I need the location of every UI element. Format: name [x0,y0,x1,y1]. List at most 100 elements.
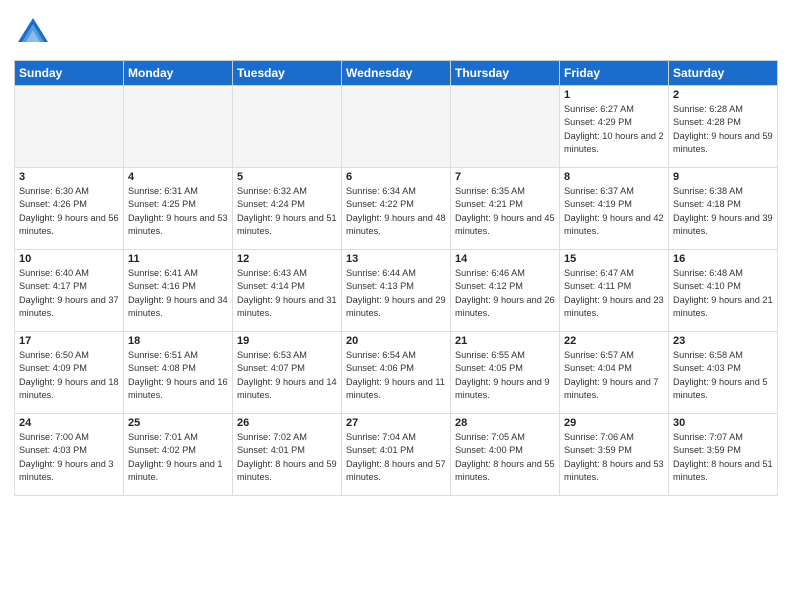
day-info: Sunrise: 6:51 AM Sunset: 4:08 PM Dayligh… [128,349,228,402]
day-cell: 15 Sunrise: 6:47 AM Sunset: 4:11 PM Dayli… [560,250,669,332]
day-number: 10 [19,253,119,265]
day-cell: 22 Sunrise: 6:57 AM Sunset: 4:04 PM Dayli… [560,332,669,414]
day-info: Sunrise: 6:28 AM Sunset: 4:28 PM Dayligh… [673,103,773,156]
day-number: 16 [673,253,773,265]
day-cell [15,86,124,168]
day-cell: 7Sunrise: 6:35 AM Sunset: 4:21 PM Daylig… [451,168,560,250]
day-number: 26 [237,417,337,429]
week-row-3: 10 Sunrise: 6:40 AM Sunset: 4:17 PM Dayli… [15,250,778,332]
day-info: Sunrise: 6:55 AM Sunset: 4:05 PM Dayligh… [455,349,555,402]
day-number: 19 [237,335,337,347]
day-cell: 6 Sunrise: 6:34 AM Sunset: 4:22 PM Daylig… [342,168,451,250]
day-cell: 17 Sunrise: 6:50 AM Sunset: 4:09 PM Dayli… [15,332,124,414]
day-cell: 1 Sunrise: 6:27 AM Sunset: 4:29 PM Daylig… [560,86,669,168]
day-number: 20 [346,335,446,347]
day-number: 28 [455,417,555,429]
day-info: Sunrise: 6:44 AM Sunset: 4:13 PM Dayligh… [346,267,446,320]
day-info: Sunrise: 6:34 AM Sunset: 4:22 PM Dayligh… [346,185,446,238]
day-cell: 5Sunrise: 6:32 AM Sunset: 4:24 PM Daylig… [233,168,342,250]
day-info: Sunrise: 6:48 AM Sunset: 4:10 PM Dayligh… [673,267,773,320]
day-cell: 2 Sunrise: 6:28 AM Sunset: 4:28 PM Daylig… [669,86,778,168]
day-info: Sunrise: 6:41 AM Sunset: 4:16 PM Dayligh… [128,267,228,320]
day-cell: 12Sunrise: 6:43 AM Sunset: 4:14 PM Dayli… [233,250,342,332]
day-cell: 20 Sunrise: 6:54 AM Sunset: 4:06 PM Dayli… [342,332,451,414]
col-header-monday: Monday [124,61,233,86]
day-cell: 18 Sunrise: 6:51 AM Sunset: 4:08 PM Dayli… [124,332,233,414]
day-cell: 10 Sunrise: 6:40 AM Sunset: 4:17 PM Dayli… [15,250,124,332]
day-info: Sunrise: 7:07 AM Sunset: 3:59 PM Dayligh… [673,431,773,484]
day-cell: 9 Sunrise: 6:38 AM Sunset: 4:18 PM Daylig… [669,168,778,250]
col-header-friday: Friday [560,61,669,86]
day-number: 24 [19,417,119,429]
day-info: Sunrise: 6:43 AM Sunset: 4:14 PM Dayligh… [237,267,337,320]
day-cell: 30Sunrise: 7:07 AM Sunset: 3:59 PM Dayli… [669,414,778,496]
day-info: Sunrise: 6:30 AM Sunset: 4:26 PM Dayligh… [19,185,119,238]
day-info: Sunrise: 6:50 AM Sunset: 4:09 PM Dayligh… [19,349,119,402]
day-info: Sunrise: 7:06 AM Sunset: 3:59 PM Dayligh… [564,431,664,484]
day-number: 22 [564,335,664,347]
day-cell: 21 Sunrise: 6:55 AM Sunset: 4:05 PM Dayli… [451,332,560,414]
day-number: 8 [564,171,664,183]
header-row: SundayMondayTuesdayWednesdayThursdayFrid… [15,61,778,86]
day-number: 23 [673,335,773,347]
header [14,10,778,52]
day-number: 2 [673,89,773,101]
day-number: 3 [19,171,119,183]
day-number: 25 [128,417,228,429]
page-container: SundayMondayTuesdayWednesdayThursdayFrid… [0,0,792,506]
week-row-4: 17 Sunrise: 6:50 AM Sunset: 4:09 PM Dayli… [15,332,778,414]
day-info: Sunrise: 6:27 AM Sunset: 4:29 PM Dayligh… [564,103,664,156]
day-number: 18 [128,335,228,347]
logo-icon [14,14,52,52]
day-info: Sunrise: 6:57 AM Sunset: 4:04 PM Dayligh… [564,349,664,402]
week-row-5: 24Sunrise: 7:00 AM Sunset: 4:03 PM Dayli… [15,414,778,496]
day-cell: 19 Sunrise: 6:53 AM Sunset: 4:07 PM Dayli… [233,332,342,414]
day-cell: 16 Sunrise: 6:48 AM Sunset: 4:10 PM Dayli… [669,250,778,332]
day-cell [451,86,560,168]
day-number: 9 [673,171,773,183]
day-number: 1 [564,89,664,101]
week-row-1: 1 Sunrise: 6:27 AM Sunset: 4:29 PM Daylig… [15,86,778,168]
day-info: Sunrise: 6:46 AM Sunset: 4:12 PM Dayligh… [455,267,555,320]
col-header-saturday: Saturday [669,61,778,86]
day-info: Sunrise: 6:37 AM Sunset: 4:19 PM Dayligh… [564,185,664,238]
day-number: 4 [128,171,228,183]
day-cell: 26 Sunrise: 7:02 AM Sunset: 4:01 PM Dayli… [233,414,342,496]
day-cell [233,86,342,168]
day-cell: 27Sunrise: 7:04 AM Sunset: 4:01 PM Dayli… [342,414,451,496]
day-info: Sunrise: 6:40 AM Sunset: 4:17 PM Dayligh… [19,267,119,320]
day-info: Sunrise: 7:02 AM Sunset: 4:01 PM Dayligh… [237,431,337,484]
day-cell: 29 Sunrise: 7:06 AM Sunset: 3:59 PM Dayli… [560,414,669,496]
day-info: Sunrise: 6:38 AM Sunset: 4:18 PM Dayligh… [673,185,773,238]
day-number: 7 [455,171,555,183]
day-info: Sunrise: 7:01 AM Sunset: 4:02 PM Dayligh… [128,431,228,484]
day-number: 14 [455,253,555,265]
day-number: 29 [564,417,664,429]
col-header-wednesday: Wednesday [342,61,451,86]
day-info: Sunrise: 6:53 AM Sunset: 4:07 PM Dayligh… [237,349,337,402]
day-info: Sunrise: 6:31 AM Sunset: 4:25 PM Dayligh… [128,185,228,238]
day-info: Sunrise: 6:58 AM Sunset: 4:03 PM Dayligh… [673,349,773,402]
day-cell: 11 Sunrise: 6:41 AM Sunset: 4:16 PM Dayli… [124,250,233,332]
day-number: 27 [346,417,446,429]
day-cell: 3 Sunrise: 6:30 AM Sunset: 4:26 PM Daylig… [15,168,124,250]
day-info: Sunrise: 6:47 AM Sunset: 4:11 PM Dayligh… [564,267,664,320]
day-cell: 25 Sunrise: 7:01 AM Sunset: 4:02 PM Dayli… [124,414,233,496]
day-cell: 28 Sunrise: 7:05 AM Sunset: 4:00 PM Dayli… [451,414,560,496]
day-number: 13 [346,253,446,265]
day-cell [124,86,233,168]
day-number: 6 [346,171,446,183]
day-info: Sunrise: 6:54 AM Sunset: 4:06 PM Dayligh… [346,349,446,402]
day-cell: 24Sunrise: 7:00 AM Sunset: 4:03 PM Dayli… [15,414,124,496]
col-header-sunday: Sunday [15,61,124,86]
day-number: 15 [564,253,664,265]
logo [14,14,52,52]
day-cell: 23 Sunrise: 6:58 AM Sunset: 4:03 PM Dayli… [669,332,778,414]
day-number: 11 [128,253,228,265]
day-info: Sunrise: 7:05 AM Sunset: 4:00 PM Dayligh… [455,431,555,484]
day-cell: 8 Sunrise: 6:37 AM Sunset: 4:19 PM Daylig… [560,168,669,250]
day-cell [342,86,451,168]
day-number: 17 [19,335,119,347]
calendar-table: SundayMondayTuesdayWednesdayThursdayFrid… [14,60,778,496]
day-number: 21 [455,335,555,347]
